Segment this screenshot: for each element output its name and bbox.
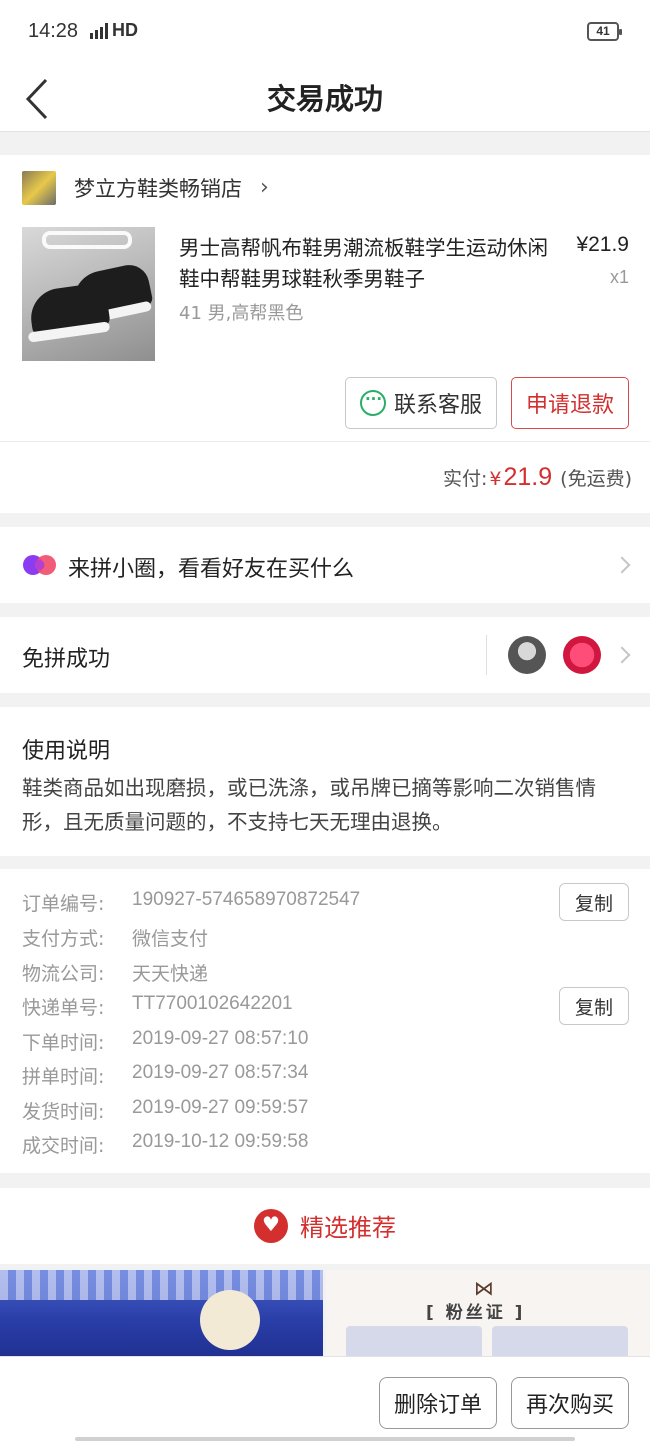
product-spec: 41 男,高帮黑色 [179,303,304,324]
group-success-row[interactable]: 免拼成功 [0,617,650,693]
recommend-title: 精选推荐 [0,1208,650,1243]
avatar [563,636,601,674]
shop-logo[interactable] [22,171,56,205]
bottom-action-bar: 删除订单 再次购买 [0,1356,650,1444]
deal-time: 2019-10-12 09:59:58 [132,1131,309,1152]
circle-label: 来拼小圈，看看好友在买什么 [68,557,355,582]
order-detail-screen: 14:28 HD 41 交易成功 梦立方鞋类畅销店 › 男士高帮帆布鞋男潮流板鞋… [0,0,650,1444]
nav-header: 交易成功 [0,64,650,132]
ship-time: 2019-09-27 09:59:57 [132,1097,309,1118]
chat-icon [359,390,386,416]
paid-summary: 实付: ¥ 21.9 (免运费) [443,463,632,492]
bow-icon: ⋈ [474,1276,494,1300]
chevron-right-icon: › [260,175,269,200]
hd-label: HD [112,20,138,40]
usage-title: 使用说明 [22,739,111,764]
usage-text: 鞋类商品如出现磨损，或已洗涤，或吊牌已摘等影响二次销售情形，且无质量问题的，不支… [22,776,596,834]
info-label: 快递单号: [22,997,105,1019]
refund-button[interactable]: 申请退款 [511,377,629,429]
product-quantity: x1 [609,267,629,287]
heart-icon [254,1208,288,1243]
circle-row[interactable]: 来拼小圈，看看好友在买什么 [0,527,650,603]
info-label: 拼单时间: [22,1066,105,1088]
battery-icon: 41 [587,22,622,41]
recommend-item-image[interactable]: ⋈ [ 粉丝证 ] [326,1270,650,1370]
teddy-bear-graphic [200,1290,260,1350]
paid-note: (免运费) [560,468,632,490]
chevron-right-icon [613,646,631,664]
group-success-label: 免拼成功 [22,647,111,672]
usage-notes: 使用说明 鞋类商品如出现磨损，或已洗涤，或吊牌已摘等影响二次销售情形，且无质量问… [0,707,650,856]
refund-label: 申请退款 [525,393,614,418]
page-title: 交易成功 [266,82,383,116]
product-title[interactable]: 男士高帮帆布鞋男潮流板鞋学生运动休闲鞋中帮鞋男球鞋秋季男鞋子 [179,233,549,295]
avatar [508,636,546,674]
payment-method: 微信支付 [132,929,209,950]
info-label: 发货时间: [22,1101,105,1123]
paid-amount: 21.9 [503,463,553,491]
contact-service-button[interactable]: 联系客服 [345,377,497,429]
network-indicator: HD [90,20,138,41]
paid-currency: ¥ [489,468,502,490]
fan-certificate-text: [ 粉丝证 ] [426,1303,526,1323]
info-label: 物流公司: [22,963,105,985]
order-card: 梦立方鞋类畅销店 › 男士高帮帆布鞋男潮流板鞋学生运动休闲鞋中帮鞋男球鞋秋季男鞋… [0,155,650,513]
chevron-right-icon [613,556,631,574]
divider [0,441,650,442]
shop-name-link[interactable]: 梦立方鞋类畅销店 [74,173,242,203]
glasses-graphic [42,231,132,249]
order-time: 2019-09-27 08:57:10 [132,1028,309,1049]
info-label: 订单编号: [22,893,105,915]
recommend-header: 精选推荐 [0,1188,650,1264]
logistics-company: 天天快递 [132,964,209,985]
paid-label: 实付: [443,468,488,490]
copy-order-number-button[interactable]: 复制 [559,883,629,921]
rebuy-button[interactable]: 再次购买 [511,1377,629,1429]
contact-service-label: 联系客服 [393,393,482,418]
info-label: 下单时间: [22,1032,105,1054]
recommend-item-image[interactable] [0,1270,323,1370]
order-info: 订单编号: 190927-574658970872547 复制 支付方式: 微信… [0,869,650,1173]
info-label: 支付方式: [22,928,105,950]
copy-tracking-button[interactable]: 复制 [559,987,629,1025]
info-label: 成交时间: [22,1135,105,1157]
signal-icon [90,22,108,39]
tracking-number: TT7700102642201 [132,993,293,1014]
status-time: 14:28 [28,20,79,42]
order-number: 190927-574658970872547 [132,889,361,910]
delete-order-button[interactable]: 删除订单 [379,1377,497,1429]
group-time: 2019-09-27 08:57:34 [132,1062,309,1083]
status-bar: 14:28 HD 41 [0,0,650,64]
product-price: ¥21.9 [576,233,629,256]
product-image[interactable] [22,227,155,361]
recommend-title-text: 精选推荐 [300,1214,396,1242]
circle-logo-icon [23,555,56,575]
divider [486,635,487,675]
home-indicator [75,1437,575,1441]
